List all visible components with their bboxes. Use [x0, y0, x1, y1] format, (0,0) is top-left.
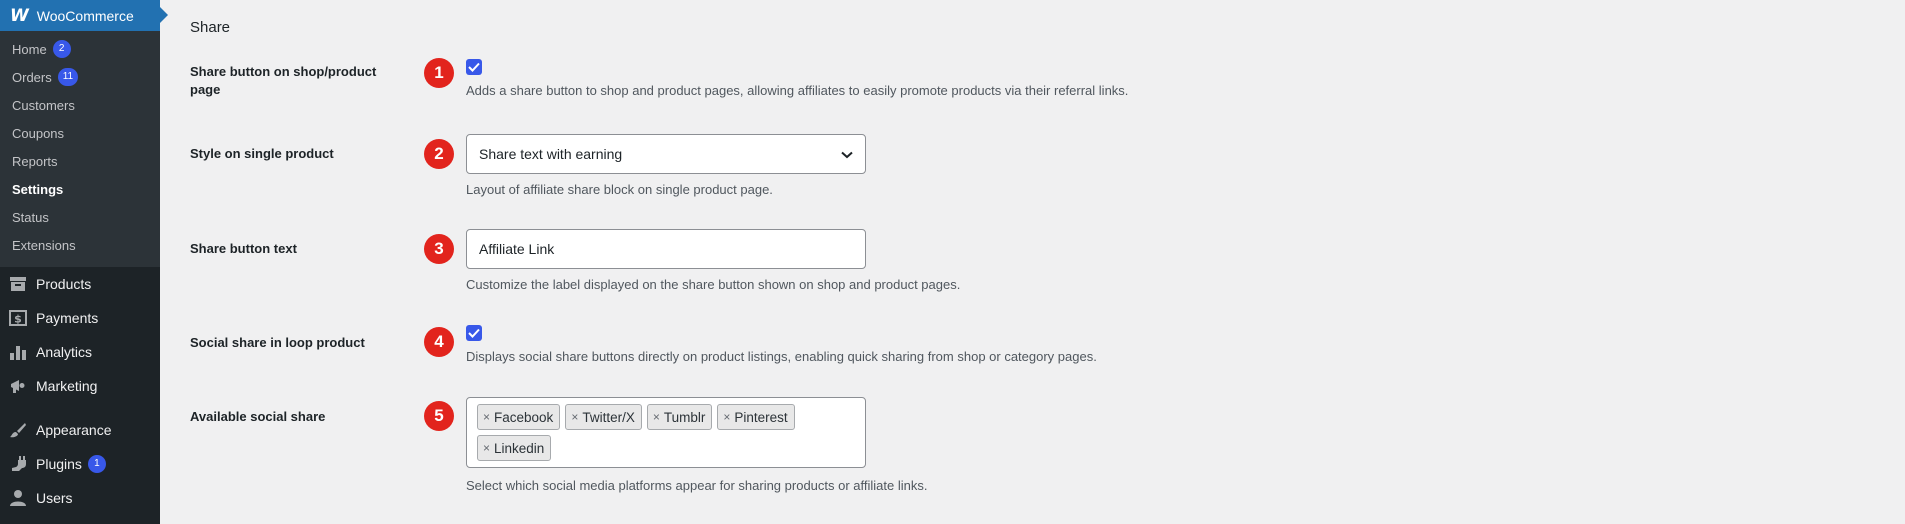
share-button-text-input[interactable]: Affiliate Link: [466, 229, 866, 269]
section-title: Share: [190, 19, 231, 36]
sidebar-item-status[interactable]: Status: [0, 203, 160, 231]
chevron-down-icon: [841, 146, 853, 162]
woocommerce-submenu: Home 2 Orders 11 Customers Coupons Repor…: [0, 31, 160, 267]
sidebar-item-marketing[interactable]: Marketing: [0, 369, 160, 403]
sidebar-item-label: Users: [36, 490, 73, 506]
row-label: Share button on shop/product page: [190, 64, 377, 97]
tag-tumblr[interactable]: × Tumblr: [646, 404, 713, 430]
sidebar-item-label: Reports: [12, 153, 58, 169]
row-label: Share button text: [190, 241, 297, 256]
tag-pinterest[interactable]: × Pinterest: [717, 404, 795, 430]
admin-sidebar: W WooCommerce Home 2 Orders 11 Customers…: [0, 0, 168, 524]
sidebar-woocommerce-header[interactable]: W WooCommerce: [0, 0, 168, 31]
sidebar-item-customers[interactable]: Customers: [0, 91, 160, 119]
sidebar-item-users[interactable]: Users: [0, 481, 160, 515]
archive-icon: [8, 274, 28, 294]
sidebar-item-label: Products: [36, 276, 92, 292]
field-description: Displays social share buttons directly o…: [466, 349, 1097, 364]
count-badge: 11: [57, 68, 79, 86]
sidebar-item-payments[interactable]: $ Payments: [0, 301, 160, 335]
remove-tag-icon[interactable]: ×: [723, 410, 730, 424]
user-icon: [8, 488, 28, 508]
bar-chart-icon: [8, 342, 28, 362]
sidebar-item-label: Payments: [36, 310, 99, 326]
sidebar-item-coupons[interactable]: Coupons: [0, 119, 160, 147]
row-label: Style on single product: [190, 146, 334, 161]
step-number-marker: 1: [424, 58, 454, 88]
tag-label: Pinterest: [734, 409, 788, 425]
sidebar-item-label: Customers: [12, 97, 75, 113]
style-single-product-select[interactable]: Share text with earning: [466, 134, 866, 174]
sidebar-item-label: Settings: [12, 181, 64, 197]
field-description: Customize the label displayed on the sha…: [466, 277, 961, 292]
field-description: Select which social media platforms appe…: [466, 478, 928, 493]
dollar-icon: $: [8, 308, 28, 328]
brush-icon: [8, 420, 28, 440]
checkmark-icon: [466, 325, 482, 341]
tag-label: Tumblr: [663, 409, 706, 425]
sidebar-item-label: Status: [12, 209, 49, 225]
sidebar-item-label: Appearance: [36, 422, 112, 438]
field-description: Layout of affiliate share block on singl…: [466, 182, 773, 197]
remove-tag-icon[interactable]: ×: [483, 410, 490, 424]
tag-label: Linkedin: [494, 440, 545, 456]
tag-label: Facebook: [494, 409, 554, 425]
sidebar-item-label: Home: [12, 41, 47, 57]
count-badge: 2: [52, 40, 71, 58]
step-number-marker: 4: [424, 327, 454, 357]
step-number-marker: 2: [424, 139, 454, 169]
remove-tag-icon[interactable]: ×: [571, 410, 578, 424]
tag-linkedin[interactable]: × Linkedin: [477, 435, 552, 461]
sidebar-item-appearance[interactable]: Appearance: [0, 413, 160, 447]
woocommerce-logo-icon: W: [10, 5, 29, 26]
sidebar-header-label: WooCommerce: [36, 7, 134, 24]
sidebar-item-label: Extensions: [12, 237, 76, 253]
tag-twitter[interactable]: × Twitter/X: [565, 404, 642, 430]
input-value: Affiliate Link: [479, 241, 555, 257]
sidebar-item-reports[interactable]: Reports: [0, 147, 160, 175]
select-value: Share text with earning: [479, 146, 623, 162]
row-label: Social share in loop product: [190, 335, 365, 350]
step-number-marker: 3: [424, 234, 454, 264]
sidebar-item-extensions[interactable]: Extensions: [0, 231, 160, 259]
sidebar-item-orders[interactable]: Orders 11: [0, 63, 160, 91]
sidebar-item-products[interactable]: Products: [0, 267, 160, 301]
tag-label: Twitter/X: [582, 409, 635, 425]
sidebar-item-label: Coupons: [12, 125, 65, 141]
sidebar-item-label: Marketing: [36, 378, 98, 394]
tag-facebook[interactable]: × Facebook: [477, 404, 561, 430]
step-number-marker: 5: [424, 401, 454, 431]
checkmark-icon: [466, 59, 482, 75]
field-description: Adds a share button to shop and product …: [466, 83, 1129, 98]
sidebar-item-label: Orders: [12, 69, 52, 85]
remove-tag-icon[interactable]: ×: [653, 410, 660, 424]
sidebar-item-home[interactable]: Home 2: [0, 35, 160, 63]
sidebar-item-analytics[interactable]: Analytics: [0, 335, 160, 369]
count-badge: 1: [87, 455, 106, 473]
remove-tag-icon[interactable]: ×: [483, 441, 490, 455]
sidebar-item-plugins[interactable]: Plugins 1: [0, 447, 160, 481]
share-button-checkbox[interactable]: [466, 59, 482, 75]
available-social-share-select[interactable]: × Facebook × Twitter/X × Tumblr × Pinterest …: [466, 397, 866, 468]
megaphone-icon: [8, 376, 28, 396]
sidebar-item-settings[interactable]: Settings: [0, 175, 160, 203]
row-label: Available social share: [190, 409, 326, 424]
social-share-loop-checkbox[interactable]: [466, 325, 482, 341]
plug-icon: [8, 454, 28, 474]
sidebar-item-label: Plugins: [36, 456, 82, 472]
svg-text:$: $: [14, 313, 22, 326]
sidebar-item-label: Analytics: [36, 344, 93, 360]
